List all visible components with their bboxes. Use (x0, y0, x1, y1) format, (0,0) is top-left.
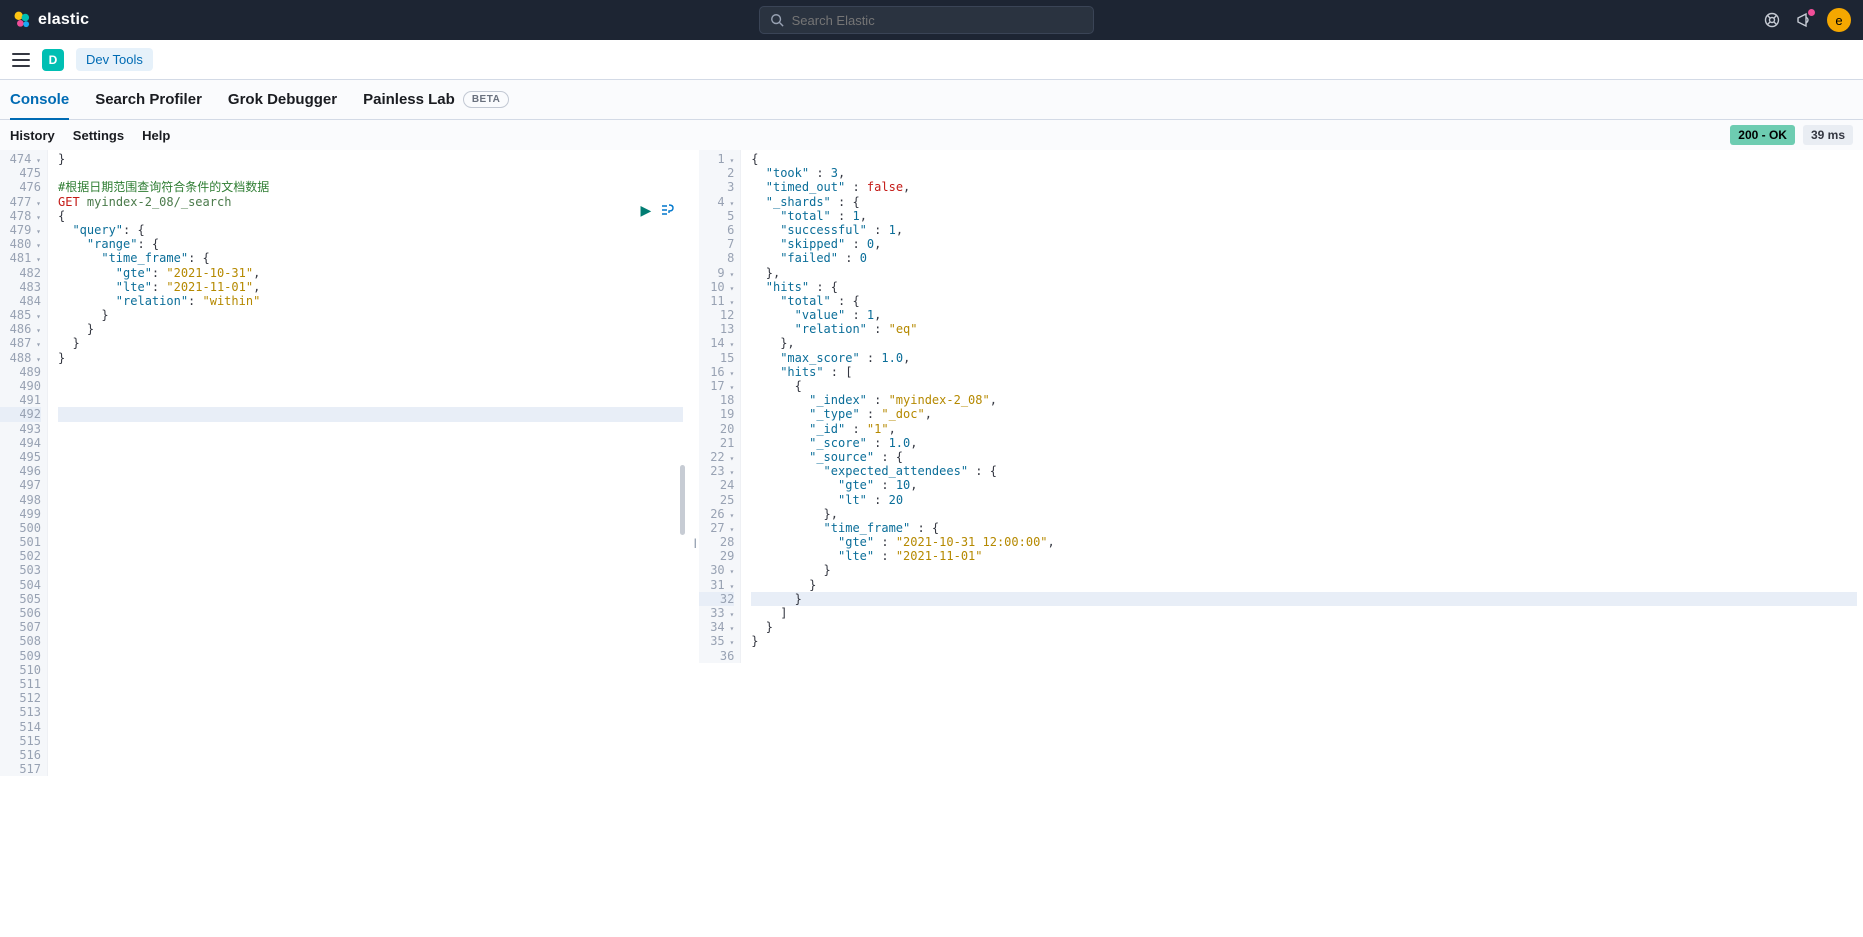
tab-painless-lab[interactable]: Painless Lab BETA (363, 81, 509, 118)
sub-header: D Dev Tools (0, 40, 1863, 80)
pane-splitter[interactable]: || (689, 150, 699, 937)
news-icon[interactable] (1795, 11, 1813, 29)
run-request-icon[interactable]: ▶ (641, 202, 652, 219)
request-actions: ▶ (641, 202, 676, 219)
devtools-tabs: Console Search Profiler Grok Debugger Pa… (0, 80, 1863, 120)
beta-badge: BETA (463, 91, 509, 108)
toolbar-help[interactable]: Help (142, 128, 170, 143)
request-pane[interactable]: 474 ▾475476477 ▾478 ▾479 ▾480 ▾481 ▾4824… (0, 150, 689, 937)
console-editor-area: 474 ▾475476477 ▾478 ▾479 ▾480 ▾481 ▾4824… (0, 150, 1863, 937)
response-pane[interactable]: 1 ▾234 ▾56789 ▾10 ▾11 ▾121314 ▾1516 ▾17 … (699, 150, 1863, 937)
global-search-input[interactable] (792, 13, 1083, 28)
search-icon (770, 13, 784, 27)
splitter-handle-icon: || (694, 538, 695, 549)
response-gutter: 1 ▾234 ▾56789 ▾10 ▾11 ▾121314 ▾1516 ▾17 … (699, 150, 741, 663)
elastic-cluster-icon (12, 10, 32, 30)
brand-logo[interactable]: elastic (12, 10, 89, 30)
global-header: elastic e (0, 0, 1863, 40)
response-status-badge: 200 - OK (1730, 125, 1795, 145)
tab-search-profiler[interactable]: Search Profiler (95, 81, 202, 118)
request-gutter: 474 ▾475476477 ▾478 ▾479 ▾480 ▾481 ▾4824… (0, 150, 48, 776)
help-icon[interactable] (1763, 11, 1781, 29)
space-selector[interactable]: D (42, 49, 64, 71)
header-actions: e (1763, 8, 1851, 32)
console-toolbar: History Settings Help 200 - OK 39 ms (0, 120, 1863, 150)
request-editor[interactable]: } #根据日期范围查询符合条件的文档数据GET myindex-2_08/_se… (52, 150, 689, 937)
nav-toggle-icon[interactable] (12, 53, 30, 67)
toolbar-settings[interactable]: Settings (73, 128, 124, 143)
notification-dot-icon (1808, 9, 1815, 16)
global-search-wrap (89, 6, 1763, 34)
user-avatar[interactable]: e (1827, 8, 1851, 32)
breadcrumb-devtools[interactable]: Dev Tools (76, 48, 153, 71)
global-search[interactable] (759, 6, 1094, 34)
tab-console[interactable]: Console (10, 81, 69, 120)
brand-text: elastic (38, 11, 89, 29)
toolbar-history[interactable]: History (10, 128, 55, 143)
request-options-icon[interactable] (659, 202, 675, 219)
tab-grok-debugger[interactable]: Grok Debugger (228, 81, 337, 118)
tab-painless-label: Painless Lab (363, 91, 455, 108)
response-time-badge: 39 ms (1803, 125, 1853, 145)
response-viewer[interactable]: { "took" : 3, "timed_out" : false, "_sha… (745, 150, 1863, 863)
request-scrollbar[interactable] (680, 465, 685, 535)
